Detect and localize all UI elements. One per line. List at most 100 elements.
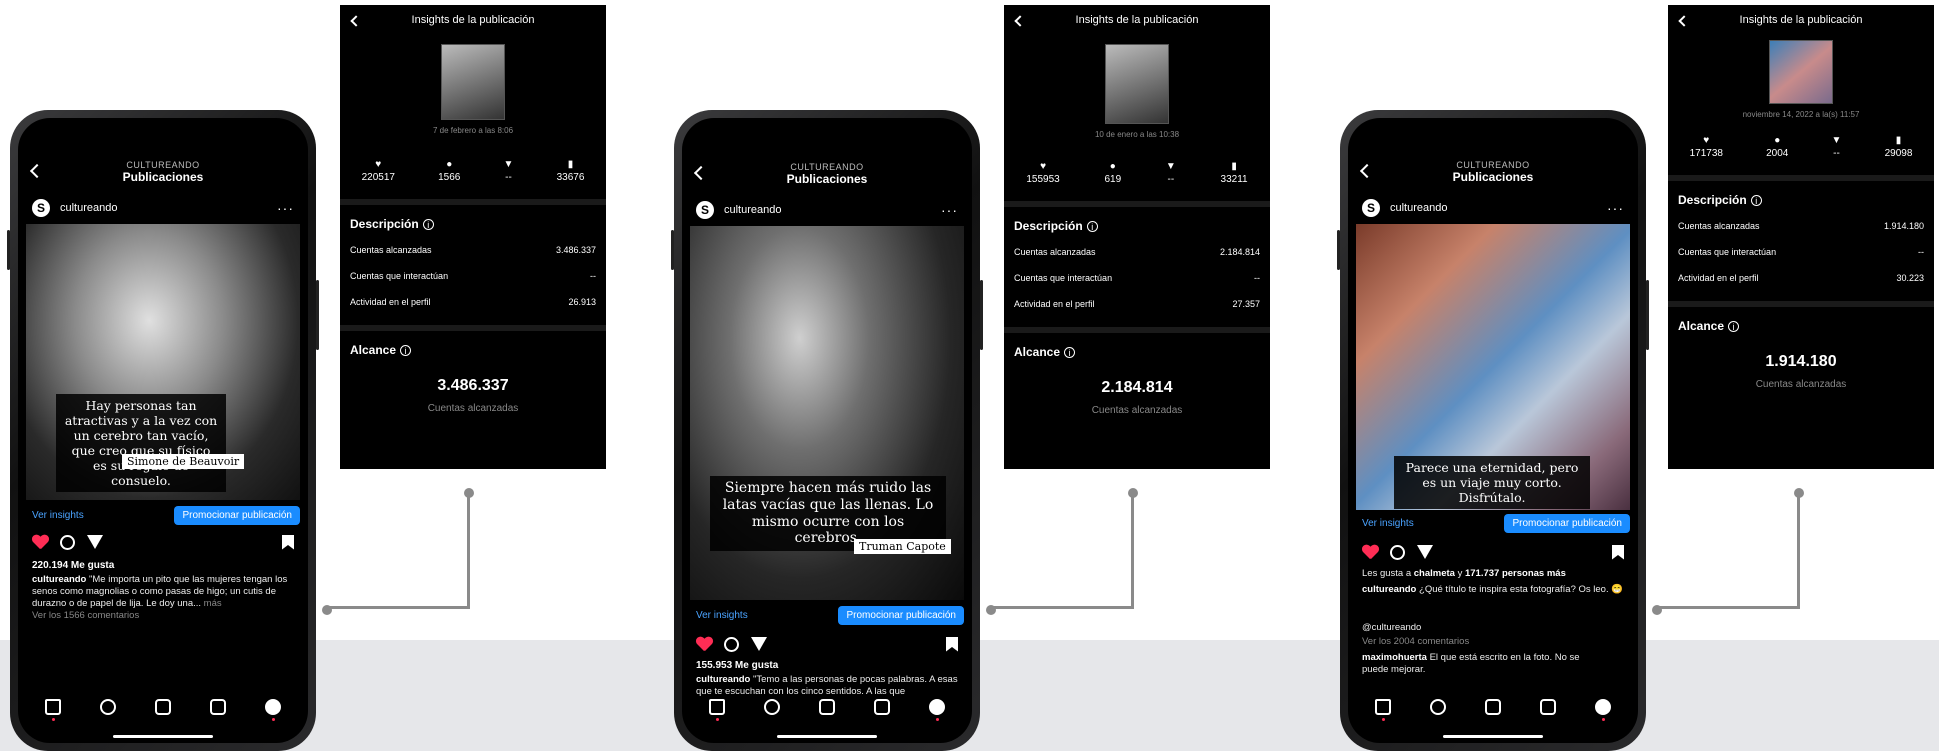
caption-user[interactable]: cultureando [32, 574, 86, 585]
heart-icon[interactable] [696, 637, 712, 652]
stat-saves: ▮ 33211 [1220, 161, 1248, 185]
row-accounts-interacting: Cuentas que interactúan -- [1014, 273, 1260, 283]
bookmark-icon[interactable] [1612, 544, 1624, 560]
bottom-nav [1356, 691, 1630, 723]
heart-icon[interactable] [32, 535, 48, 550]
profile-icon[interactable] [264, 699, 281, 721]
info-icon[interactable]: i [1086, 221, 1098, 232]
stat-likes: ♥ 220517 [361, 159, 395, 183]
stat-comments: ● 619 [1104, 161, 1122, 185]
comment-icon[interactable] [60, 534, 75, 550]
add-icon[interactable] [818, 699, 835, 715]
stat-likes: ♥ 155953 [1026, 161, 1060, 185]
search-icon[interactable] [100, 699, 117, 715]
info-icon[interactable]: i [422, 219, 434, 230]
send-icon[interactable] [87, 535, 103, 549]
post-photo: Siempre hacen más ruido las latas vacías… [690, 226, 964, 600]
page-title: Publicaciones [786, 172, 868, 186]
more-icon[interactable]: ··· [941, 202, 958, 218]
avatar[interactable]: S [32, 199, 50, 217]
connector-line [326, 493, 470, 609]
stat-shares: ▼ -- [1165, 161, 1176, 185]
send-icon[interactable] [1417, 545, 1433, 559]
home-icon[interactable] [709, 699, 726, 721]
phone-2: CULTUREANDO Publicaciones S cultureando … [671, 110, 983, 751]
connector-dot [322, 605, 332, 615]
caption-text: ¿Qué título te inspira esta fotografía? … [1416, 584, 1624, 595]
profile-icon[interactable] [928, 699, 945, 721]
insights-panel-3: Insights de la publicación noviembre 14,… [1668, 5, 1934, 469]
comment-icon[interactable] [724, 636, 739, 652]
post-caption: cultureando ¿Qué título te inspira esta … [1362, 584, 1624, 596]
bookmark-icon[interactable] [946, 636, 958, 652]
reels-icon[interactable] [873, 699, 890, 715]
home-indicator [1443, 735, 1543, 738]
username[interactable]: cultureando [60, 202, 118, 214]
heart-icon[interactable] [1362, 545, 1378, 560]
info-icon[interactable]: i [1750, 195, 1762, 206]
home-indicator [777, 735, 877, 738]
search-icon[interactable] [1430, 699, 1447, 715]
reach-number: 1.914.180 [1765, 353, 1837, 370]
post-thumbnail [441, 44, 505, 120]
post-header: S cultureando ··· [32, 198, 294, 218]
comment-icon[interactable] [1390, 544, 1405, 560]
promote-button[interactable]: Promocionar publicación [838, 606, 964, 625]
view-comments-link[interactable]: Ver los 1566 comentarios [32, 610, 139, 618]
insights-panel-2: Insights de la publicación 10 de enero a… [1004, 5, 1270, 469]
comment-icon: ● [446, 159, 453, 170]
comment-icon: ● [1774, 135, 1781, 146]
likes-count: 155.953 Me gusta [696, 660, 779, 671]
post-thumbnail [1769, 40, 1833, 104]
search-icon[interactable] [764, 699, 781, 715]
more-icon[interactable]: ··· [277, 200, 294, 216]
liked-by-user[interactable]: chalmeta [1414, 568, 1455, 579]
bookmark-icon[interactable] [282, 534, 294, 550]
liked-by-count[interactable]: 171.737 personas más [1465, 568, 1566, 579]
caption-handle[interactable]: @cultureando [1362, 622, 1624, 634]
add-icon[interactable] [154, 699, 171, 715]
home-icon[interactable] [1375, 699, 1392, 721]
more-link[interactable]: más [201, 598, 222, 609]
connector-dot [1652, 605, 1662, 615]
connector-dot [1128, 488, 1138, 498]
view-insights-link[interactable]: Ver insights [1362, 518, 1414, 529]
view-insights-link[interactable]: Ver insights [696, 610, 748, 621]
comment-user[interactable]: maximohuerta [1362, 652, 1427, 663]
caption-user[interactable]: cultureando [696, 674, 750, 685]
top-comment: maximohuerta El que está escrito en la f… [1362, 652, 1608, 676]
promote-button[interactable]: Promocionar publicación [174, 506, 300, 525]
post-date: 10 de enero a las 10:38 [1094, 130, 1180, 139]
username[interactable]: cultureando [1390, 202, 1448, 214]
info-icon[interactable]: i [400, 345, 412, 356]
insights-bar: Ver insights Promocionar publicación [1356, 514, 1630, 533]
reach-title: Alcance i [340, 331, 606, 363]
avatar[interactable]: S [1362, 199, 1380, 217]
caption-user[interactable]: cultureando [1362, 584, 1416, 595]
panel-title: Insights de la publicación [411, 14, 535, 26]
more-icon[interactable]: ··· [1607, 200, 1624, 216]
view-insights-link[interactable]: Ver insights [32, 510, 84, 521]
reels-icon[interactable] [1539, 699, 1556, 715]
view-comments-link[interactable]: Ver los 2004 comentarios [1362, 636, 1624, 648]
stats-row: ♥ 171738 ● 2004 ▼ -- ▮ 29098 [1668, 135, 1934, 159]
send-icon[interactable] [751, 637, 767, 651]
reels-icon[interactable] [209, 699, 226, 715]
post-photo: Hay personas tan atractivas y a la vez c… [26, 224, 300, 500]
profile-icon[interactable] [1594, 699, 1611, 721]
connector-line [1656, 493, 1800, 609]
info-icon[interactable]: i [1064, 347, 1076, 358]
home-icon[interactable] [45, 699, 62, 721]
row-accounts-reached: Cuentas alcanzadas 1.914.180 [1678, 221, 1924, 231]
promote-button[interactable]: Promocionar publicación [1504, 514, 1630, 533]
send-icon: ▼ [503, 159, 514, 170]
avatar[interactable]: S [696, 201, 714, 219]
info-icon[interactable]: i [1728, 321, 1740, 332]
add-icon[interactable] [1484, 699, 1501, 715]
post-date: 7 de febrero a las 8:06 [432, 126, 514, 135]
bottom-nav [690, 691, 964, 723]
post-quote: Hay personas tan atractivas y a la vez c… [56, 394, 226, 492]
bookmark-icon: ▮ [1231, 161, 1237, 172]
username[interactable]: cultureando [724, 204, 782, 216]
stat-shares: ▼ -- [1831, 135, 1842, 159]
